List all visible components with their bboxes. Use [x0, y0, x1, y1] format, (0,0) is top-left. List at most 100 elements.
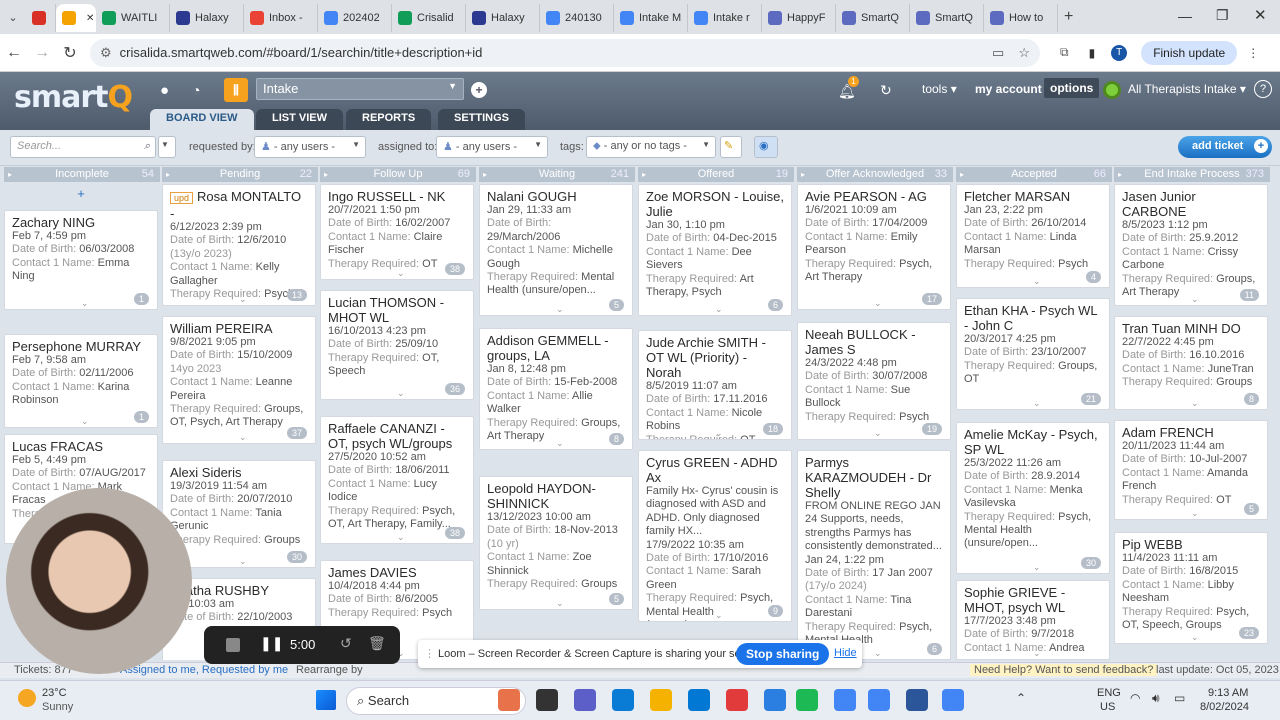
expand-chevron-icon[interactable]: ⌄: [715, 428, 723, 439]
expand-chevron-icon[interactable]: ⌄: [556, 304, 564, 315]
ticket-card[interactable]: Zoe MORSON - Louise, Julie Jan 30, 1:10 p…: [638, 184, 792, 316]
stop-sharing-button[interactable]: Stop sharing: [736, 643, 830, 665]
ticket-card[interactable]: Raffaele CANANZI - OT, psych WL/groups 27…: [320, 416, 474, 544]
expand-chevron-icon[interactable]: ⌄: [239, 556, 247, 567]
ticket-card[interactable]: Jude Archie SMITH - OT WL (Priority) - N…: [638, 330, 792, 440]
reload-icon[interactable]: ↻: [56, 43, 84, 63]
expand-chevron-icon[interactable]: ⌄: [715, 610, 723, 621]
browser-tab[interactable]: Intake M: [614, 4, 688, 32]
pause-icon[interactable]: ❚❚: [260, 635, 283, 652]
column-header-incomplete[interactable]: ▸ Incomplete 54: [4, 167, 160, 182]
drag-handle-icon[interactable]: ⋮: [424, 647, 435, 660]
add-card-icon[interactable]: +: [4, 186, 158, 201]
browser-tab[interactable]: Inbox -: [244, 4, 318, 32]
requested-by-select[interactable]: ♟ - any users - ▼: [254, 136, 366, 158]
ticket-card[interactable]: William PEREIRA 9/8/2021 9:05 pm Date of B…: [162, 316, 316, 444]
expand-chevron-icon[interactable]: ⌄: [397, 532, 405, 543]
ticket-card[interactable]: Tran Tuan MINH DO 22/7/2022 4:45 pm Date o…: [1114, 316, 1268, 410]
expand-chevron-icon[interactable]: ⌄: [1191, 398, 1199, 409]
board-icon[interactable]: ⫼: [224, 78, 248, 102]
browser-tab[interactable]: [26, 4, 56, 32]
ticket-card[interactable]: Neeah BULLOCK - James S 24/3/2022 4:48 pm…: [797, 322, 951, 440]
extensions-icon[interactable]: ⧉: [1060, 45, 1069, 60]
dashboard-icon[interactable]: ◔: [192, 82, 200, 98]
webcam-bubble[interactable]: [6, 488, 192, 674]
forward-icon[interactable]: →: [28, 44, 56, 62]
ticket-card[interactable]: Addison GEMMELL - groups, LA Jan 8, 12:48…: [479, 328, 633, 450]
back-icon[interactable]: ←: [0, 44, 28, 62]
expand-chevron-icon[interactable]: ⌄: [874, 298, 882, 309]
user-icon[interactable]: ●: [160, 82, 169, 99]
expand-chevron-icon[interactable]: ⌄: [397, 388, 405, 399]
ticket-card[interactable]: Fletcher MARSAN Jan 23, 2:22 pm Date of Bi…: [956, 184, 1110, 288]
ticket-card[interactable]: Sophie GRIEVE - MHOT, psych WL 17/7/2023 …: [956, 580, 1110, 660]
column-expand-icon[interactable]: ▸: [960, 167, 964, 182]
ticket-card[interactable]: Leopold HAYDON-SHINNICK 13/12/2023 10:00 …: [479, 476, 633, 610]
search-options-dropdown[interactable]: ▼: [158, 136, 176, 158]
battery-icon[interactable]: ▭: [1174, 691, 1185, 705]
language-2[interactable]: US: [1100, 701, 1115, 713]
ticket-card[interactable]: upd Rosa MONTALTO -6/12/2023 2:39 pm Date …: [162, 184, 316, 306]
expand-chevron-icon[interactable]: ⌄: [556, 598, 564, 609]
tab-board-view[interactable]: BOARD VIEW: [150, 109, 254, 130]
assigned-to-select[interactable]: ♟ - any users - ▼: [436, 136, 548, 158]
ticket-card[interactable]: Lucian THOMSON - MHOT WL 16/10/2013 4:23 …: [320, 290, 474, 400]
wifi-icon[interactable]: ◠: [1130, 691, 1140, 705]
bookmark-star-icon[interactable]: ☆: [1018, 45, 1030, 61]
tab-list-icon[interactable]: ⌄: [0, 11, 26, 24]
taskbar-app-icon[interactable]: [726, 689, 748, 711]
column-header-accepted[interactable]: ▸ Accepted 66: [956, 167, 1112, 182]
queue-select[interactable]: All Therapists Intake ▾: [1128, 82, 1246, 96]
browser-tab[interactable]: 240130: [540, 4, 614, 32]
hide-link[interactable]: Hide: [834, 647, 857, 659]
browser-tab[interactable]: WAITLI: [96, 4, 170, 32]
close-window-icon[interactable]: ✕: [1254, 6, 1267, 24]
view-toggle-icon[interactable]: ◉: [754, 136, 778, 158]
side-panel-icon[interactable]: ▮: [1089, 46, 1096, 60]
help-icon[interactable]: ?: [1254, 80, 1272, 98]
expand-chevron-icon[interactable]: ⌄: [1033, 398, 1041, 409]
expand-chevron-icon[interactable]: ⌄: [239, 294, 247, 305]
browser-tab[interactable]: Halaxy: [170, 4, 244, 32]
column-expand-icon[interactable]: ▸: [166, 167, 170, 182]
column-expand-icon[interactable]: ▸: [483, 167, 487, 182]
taskbar-app-icon[interactable]: [650, 689, 672, 711]
taskbar-app-icon[interactable]: [764, 689, 786, 711]
column-header-waiting[interactable]: ▸ Waiting 241: [479, 167, 635, 182]
expand-chevron-icon[interactable]: ⌄: [715, 304, 723, 315]
expand-chevron-icon[interactable]: ⌄: [1033, 562, 1041, 573]
ticket-card[interactable]: Parmys KARAZMOUDEH - Dr Shelly FROM ONLIN…: [797, 450, 951, 660]
ticket-card[interactable]: Pip WEBB 11/4/2023 11:11 am Date of Birth:…: [1114, 532, 1268, 644]
expand-chevron-icon[interactable]: ⌄: [1033, 276, 1041, 287]
ticket-card[interactable]: Ingo RUSSELL - NK 20/7/2021 1:50 pm Date o…: [320, 184, 474, 280]
close-tab-icon[interactable]: ✕: [86, 13, 94, 24]
column-expand-icon[interactable]: ▸: [1118, 167, 1122, 182]
taskbar-app-icon[interactable]: [612, 689, 634, 711]
url-input[interactable]: ⚙ crisalida.smartqweb.com/#board/1/searc…: [90, 38, 1040, 67]
ticket-card[interactable]: Persephone MURRAY Feb 7, 9:58 am Date of B…: [4, 334, 158, 428]
expand-chevron-icon[interactable]: ⌄: [81, 298, 89, 309]
minimize-icon[interactable]: —: [1178, 8, 1192, 24]
cast-icon[interactable]: ▭: [992, 45, 1004, 61]
maximize-icon[interactable]: ❐: [1216, 7, 1229, 24]
site-info-icon[interactable]: ⚙: [100, 45, 112, 61]
clock-date[interactable]: 8/02/2024: [1200, 701, 1249, 713]
color-filter-icon[interactable]: ✎: [720, 136, 742, 158]
start-icon[interactable]: [316, 690, 336, 710]
tools-menu[interactable]: tools ▾: [922, 82, 957, 96]
column-header-pending[interactable]: ▸ Pending 22: [162, 167, 318, 182]
taskbar-app-icon[interactable]: [868, 689, 890, 711]
taskbar-app-icon[interactable]: [942, 689, 964, 711]
delete-icon[interactable]: 🗑︎: [368, 635, 386, 652]
expand-chevron-icon[interactable]: ⌄: [1191, 508, 1199, 519]
ticket-card[interactable]: Ethan KHA - Psych WL - John C 20/3/2017 4…: [956, 298, 1110, 410]
language-1[interactable]: ENG: [1097, 687, 1121, 699]
ticket-card[interactable]: Nalani GOUGH Jan 29, 11:33 am Date of Birt…: [479, 184, 633, 316]
taskbar-app-icon[interactable]: [834, 689, 856, 711]
expand-chevron-icon[interactable]: ⌄: [1033, 648, 1041, 659]
column-header-follow-up[interactable]: ▸ Follow Up 69: [320, 167, 476, 182]
expand-chevron-icon[interactable]: ⌄: [81, 416, 89, 427]
browser-tab[interactable]: SmartQ: [836, 4, 910, 32]
help-feedback-link[interactable]: Need Help? Want to send feedback?: [970, 664, 1158, 676]
assigned-filter-link[interactable]: Assigned to me, Requested by me: [120, 664, 288, 676]
